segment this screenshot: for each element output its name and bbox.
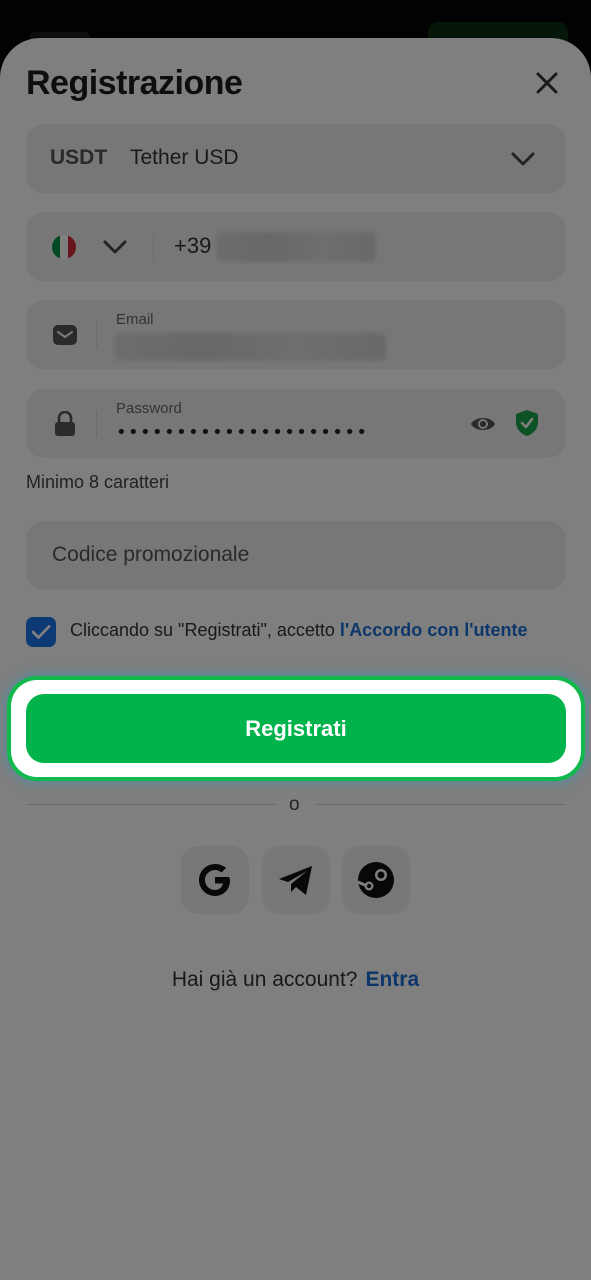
dial-code: +39: [174, 233, 212, 258]
divider-line-right: [316, 804, 566, 805]
login-question: Hai già un account?: [171, 968, 358, 991]
agreement-text: Cliccando su "Registrati", accetto l'Acc…: [70, 618, 550, 643]
currency-name: Tether USD: [130, 146, 239, 169]
phone-divider: [153, 234, 154, 260]
currency-select[interactable]: USDT Tether USD: [26, 124, 566, 193]
google-icon: [199, 864, 230, 896]
email-divider: [96, 322, 97, 348]
email-label: Email: [116, 311, 154, 328]
agreement-statement: Cliccando su "Registrati", accetto: [70, 620, 340, 640]
password-field[interactable]: Password •••••••••••••••••••••: [26, 389, 566, 458]
chevron-down-icon: [511, 152, 535, 166]
close-button[interactable]: [530, 66, 564, 100]
country-chevron-down-icon[interactable]: [102, 239, 128, 255]
login-link[interactable]: Entra: [365, 968, 419, 991]
password-divider: [96, 411, 97, 437]
telegram-login-button[interactable]: [262, 846, 330, 914]
eye-icon[interactable]: [470, 413, 496, 435]
password-value: •••••••••••••••••••••: [116, 422, 369, 443]
checkmark-icon: [31, 625, 51, 639]
divider-line-left: [26, 804, 276, 805]
italy-flag-icon[interactable]: [52, 235, 76, 259]
user-agreement-link[interactable]: l'Accordo con l'utente: [340, 620, 528, 640]
agreement-checkbox[interactable]: [26, 617, 56, 647]
register-button[interactable]: Registrati: [26, 694, 566, 763]
steam-icon: [357, 862, 394, 898]
promo-code-placeholder: Codice promozionale: [52, 543, 250, 566]
close-icon: [536, 72, 558, 94]
redacted-email-value: [114, 333, 386, 361]
lock-icon: [55, 411, 75, 436]
login-prompt: Hai già un account? Entra: [0, 968, 591, 992]
currency-code: USDT: [50, 146, 108, 169]
password-hint: Minimo 8 caratteri: [26, 472, 170, 492]
page-title: Registrazione: [26, 64, 243, 102]
password-label: Password: [116, 400, 182, 417]
google-login-button[interactable]: [181, 846, 249, 914]
email-field[interactable]: Email: [26, 300, 566, 369]
promo-code-field[interactable]: Codice promozionale: [26, 521, 566, 590]
telegram-icon: [279, 866, 312, 895]
redacted-phone-number: [216, 232, 376, 262]
or-divider-label: o: [289, 794, 300, 815]
phone-field[interactable]: +39: [26, 212, 566, 281]
shield-check-icon: [516, 410, 538, 436]
steam-login-button[interactable]: [342, 846, 410, 914]
mail-icon: [53, 325, 77, 345]
